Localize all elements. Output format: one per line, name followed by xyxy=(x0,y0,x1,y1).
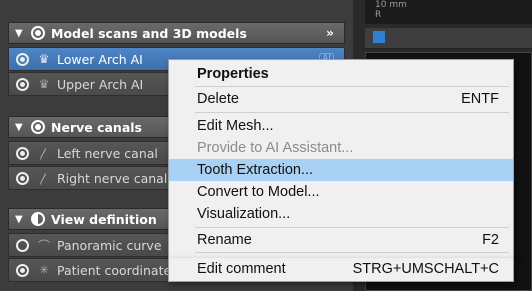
menu-item-shortcut: STRG+UMSCHALT+C xyxy=(352,261,499,277)
coordinate-axes-icon: ✳ xyxy=(38,263,50,277)
expand-triangle-icon[interactable]: ▼ xyxy=(15,122,27,133)
expand-triangle-icon[interactable]: ▼ xyxy=(15,214,27,225)
tree-item-label: Left nerve canal xyxy=(57,145,158,161)
expand-triangle-icon[interactable]: ▼ xyxy=(15,28,27,39)
menu-separator xyxy=(195,227,509,228)
group-header-models[interactable]: ▼ Model scans and 3D models » xyxy=(8,22,345,44)
menu-item-convert-to-model[interactable]: Convert to Model... xyxy=(169,181,513,203)
group-title: Nerve canals xyxy=(51,119,142,135)
visibility-radio-icon[interactable] xyxy=(16,263,29,277)
menu-item-label: Visualization... xyxy=(197,206,291,222)
visibility-radio-icon[interactable] xyxy=(16,171,29,185)
group-title: View definition xyxy=(51,211,157,227)
menu-separator xyxy=(195,86,509,87)
menu-separator xyxy=(195,252,509,253)
tree-item-label: Right nerve canal xyxy=(57,170,168,186)
collapse-all-icon[interactable]: » xyxy=(322,25,338,41)
menu-item-label: Delete xyxy=(197,91,239,107)
visibility-toggle-icon[interactable] xyxy=(31,120,45,134)
menu-item-label: Edit comment xyxy=(197,261,286,277)
menu-item-shortcut: ENTF xyxy=(461,91,499,107)
menu-item-tooth-extraction[interactable]: Tooth Extraction... xyxy=(169,159,513,181)
visibility-radio-icon[interactable] xyxy=(16,52,29,66)
view-color-button[interactable] xyxy=(373,31,385,43)
nerve-canal-icon: 〳 xyxy=(37,146,50,161)
menu-item-label: Properties xyxy=(197,66,269,82)
visibility-toggle-icon[interactable] xyxy=(31,26,45,40)
menu-item-label: Edit Mesh... xyxy=(197,118,274,134)
tree-item-label: Patient coordinate xyxy=(57,262,172,278)
menu-item-label: Convert to Model... xyxy=(197,184,320,200)
menu-item-label: Provide to AI Assistant... xyxy=(197,140,354,156)
menu-item-rename[interactable]: Rename F2 xyxy=(169,229,513,251)
menu-item-shortcut: F2 xyxy=(482,232,499,248)
tree-item-label: Lower Arch AI xyxy=(57,51,143,67)
menu-item-edit-mesh[interactable]: Edit Mesh... xyxy=(169,115,513,137)
viewport-scale-label: 10 mm R xyxy=(365,0,532,24)
menu-item-label: Tooth Extraction... xyxy=(197,162,314,178)
visibility-radio-icon[interactable] xyxy=(16,238,29,252)
context-menu: Properties Delete ENTF Edit Mesh... Prov… xyxy=(168,59,514,259)
group-title: Model scans and 3D models xyxy=(51,25,247,41)
tree-item-label: Panoramic curve xyxy=(57,237,162,253)
menu-item-delete[interactable]: Delete ENTF xyxy=(169,88,513,110)
menu-item-properties[interactable]: Properties xyxy=(169,63,513,85)
tooth-icon: ♛ xyxy=(38,52,50,66)
tooth-icon: ♛ xyxy=(38,77,50,91)
menu-separator xyxy=(195,112,509,113)
visibility-toggle-icon[interactable] xyxy=(31,212,45,226)
panoramic-curve-icon: ⌒ xyxy=(37,238,50,253)
menu-item-provide-ai-assistant: Provide to AI Assistant... xyxy=(169,137,513,159)
visibility-radio-icon[interactable] xyxy=(16,77,29,91)
menu-item-label: Rename xyxy=(197,232,252,248)
viewport-toolbar xyxy=(365,28,532,49)
tree-item-label: Upper Arch AI xyxy=(57,76,144,92)
nerve-canal-icon: 〳 xyxy=(37,171,50,186)
menu-item-edit-comment[interactable]: Edit comment STRG+UMSCHALT+C xyxy=(168,258,514,282)
visibility-radio-icon[interactable] xyxy=(16,146,29,160)
menu-item-visualization[interactable]: Visualization... xyxy=(169,203,513,225)
